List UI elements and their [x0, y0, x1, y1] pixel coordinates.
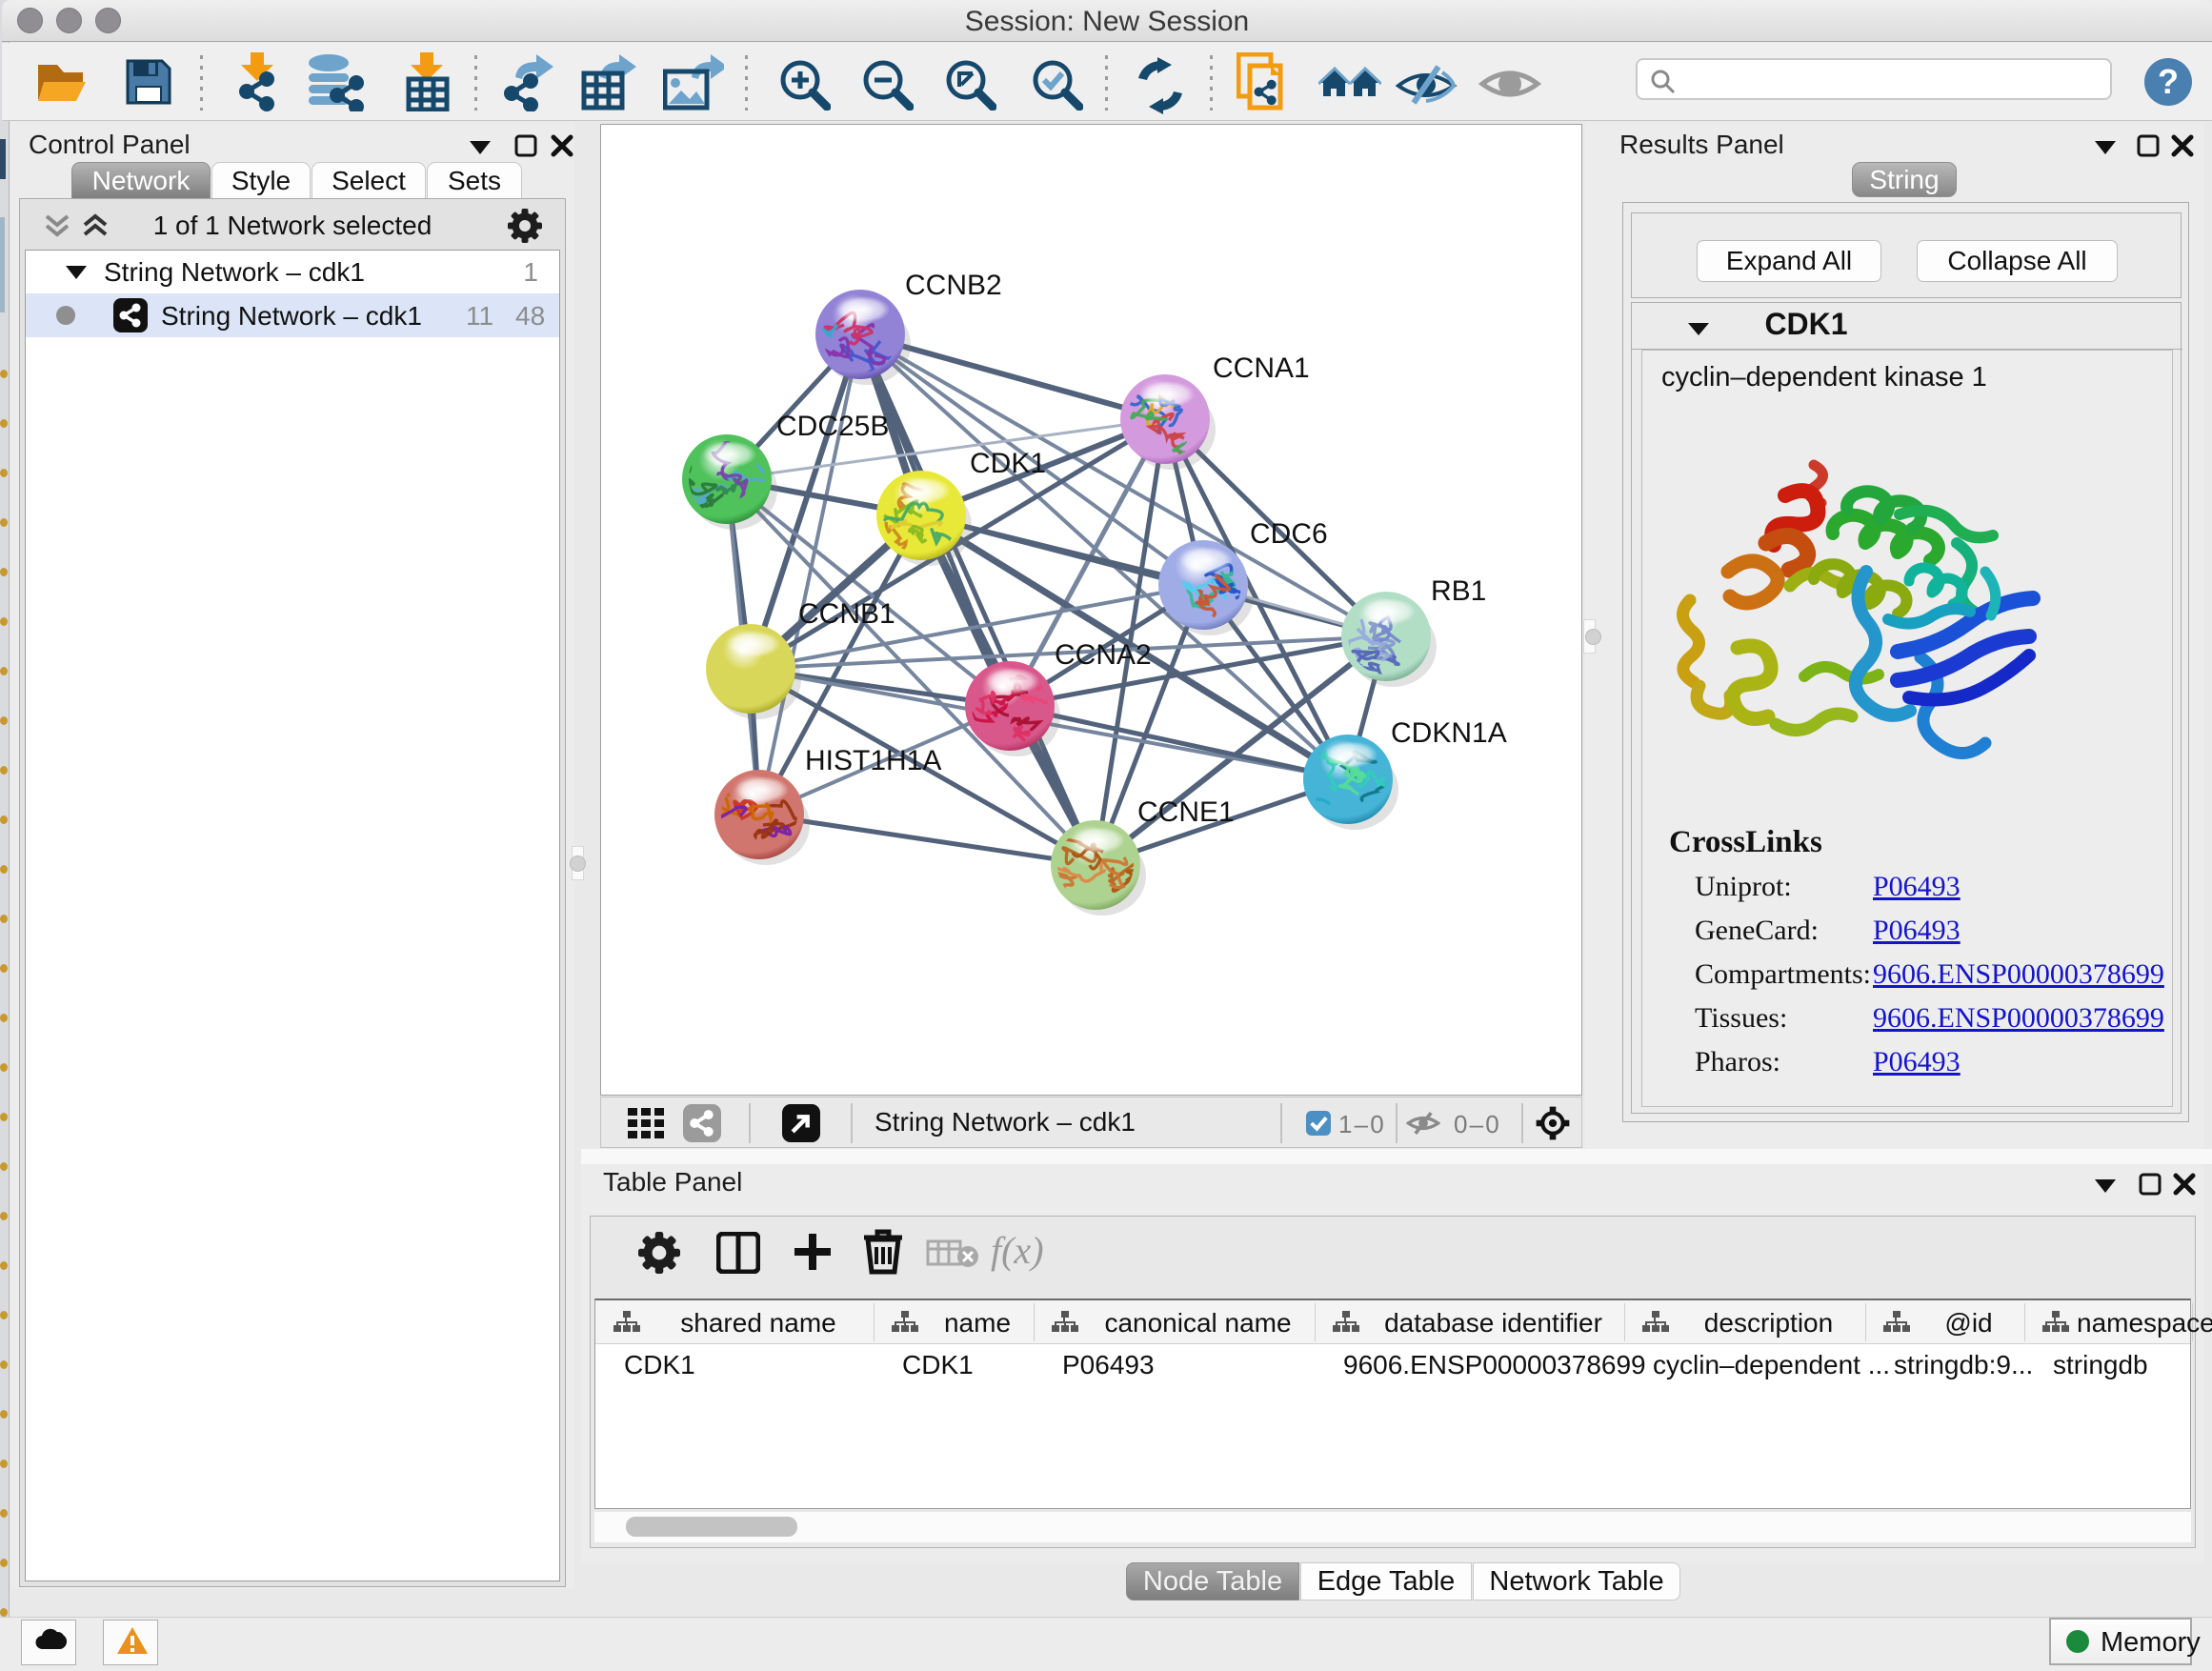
svg-text:CCNE1: CCNE1	[1137, 796, 1235, 828]
svg-text:HIST1H1A: HIST1H1A	[805, 745, 941, 776]
svg-text:CCNB1: CCNB1	[798, 598, 895, 630]
svg-text:CDC6: CDC6	[1250, 518, 1328, 550]
svg-text:CCNA1: CCNA1	[1213, 352, 1310, 384]
svg-text:?: ?	[2158, 62, 2179, 101]
svg-text:CDK1: CDK1	[970, 448, 1046, 479]
svg-text:CDKN1A: CDKN1A	[1391, 717, 1507, 749]
svg-text:CCNB2: CCNB2	[905, 270, 1002, 301]
svg-text:CDC25B: CDC25B	[776, 411, 889, 442]
svg-text:RB1: RB1	[1431, 575, 1486, 607]
svg-text:CCNA2: CCNA2	[1055, 639, 1152, 671]
